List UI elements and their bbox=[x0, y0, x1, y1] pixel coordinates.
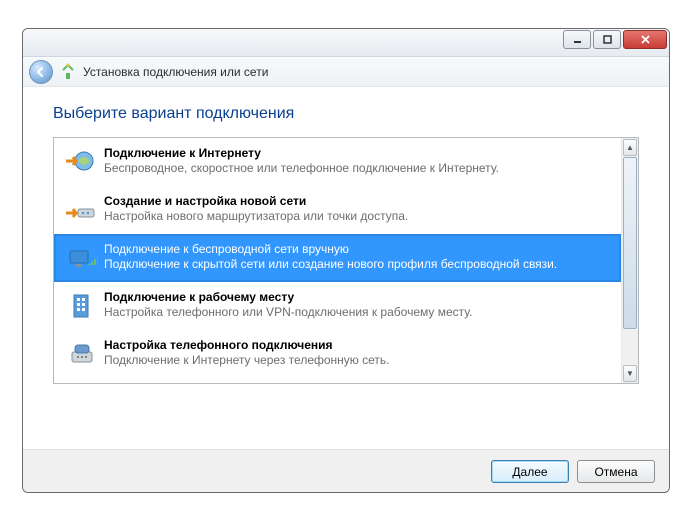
option-item[interactable]: Создание и настройка новой сети Настройк… bbox=[54, 186, 621, 234]
cancel-button[interactable]: Отмена bbox=[577, 460, 655, 483]
scroll-down-button[interactable]: ▼ bbox=[623, 365, 637, 382]
option-icon bbox=[62, 193, 100, 227]
option-icon bbox=[62, 145, 100, 179]
option-item[interactable]: Подключение к Интернету Беспроводное, ск… bbox=[54, 138, 621, 186]
footer-bar: Далее Отмена bbox=[23, 449, 669, 493]
option-item[interactable]: Подключение к беспроводной сети вручную … bbox=[54, 234, 621, 282]
option-title: Настройка телефонного подключения bbox=[104, 338, 390, 353]
content-area: Выберите вариант подключения Подключение… bbox=[23, 87, 669, 449]
option-description: Настройка нового маршрутизатора или точк… bbox=[104, 209, 408, 224]
maximize-button[interactable] bbox=[593, 30, 621, 49]
wizard-window: Установка подключения или сети Выберите … bbox=[22, 28, 670, 493]
option-title: Создание и настройка новой сети bbox=[104, 194, 408, 209]
option-title: Подключение к рабочему месту bbox=[104, 290, 472, 305]
option-item[interactable]: Настройка телефонного подключения Подклю… bbox=[54, 330, 621, 378]
option-description: Подключение к Интернету через телефонную… bbox=[104, 353, 390, 368]
next-button[interactable]: Далее bbox=[491, 460, 569, 483]
minimize-button[interactable] bbox=[563, 30, 591, 49]
close-button[interactable] bbox=[623, 30, 667, 49]
scroll-up-button[interactable]: ▲ bbox=[623, 139, 637, 156]
scrollbar[interactable]: ▲ ▼ bbox=[621, 138, 638, 383]
wizard-title: Установка подключения или сети bbox=[83, 65, 268, 79]
title-bar bbox=[23, 29, 669, 57]
page-title: Выберите вариант подключения bbox=[53, 105, 639, 123]
option-description: Настройка телефонного или VPN-подключени… bbox=[104, 305, 472, 320]
option-title: Подключение к Интернету bbox=[104, 146, 499, 161]
scroll-track[interactable] bbox=[622, 157, 638, 364]
option-icon bbox=[62, 337, 100, 371]
option-title: Подключение к беспроводной сети вручную bbox=[104, 242, 557, 257]
network-setup-icon bbox=[59, 63, 77, 81]
scroll-thumb[interactable] bbox=[623, 157, 637, 329]
option-icon bbox=[62, 289, 100, 323]
connection-options-list: Подключение к Интернету Беспроводное, ск… bbox=[53, 137, 639, 384]
option-description: Подключение к скрытой сети или создание … bbox=[104, 257, 557, 272]
option-icon bbox=[62, 241, 100, 275]
back-button[interactable] bbox=[29, 60, 53, 84]
breadcrumb-bar: Установка подключения или сети bbox=[23, 57, 669, 87]
option-description: Беспроводное, скоростное или телефонное … bbox=[104, 161, 499, 176]
option-item[interactable]: Подключение к рабочему месту Настройка т… bbox=[54, 282, 621, 330]
